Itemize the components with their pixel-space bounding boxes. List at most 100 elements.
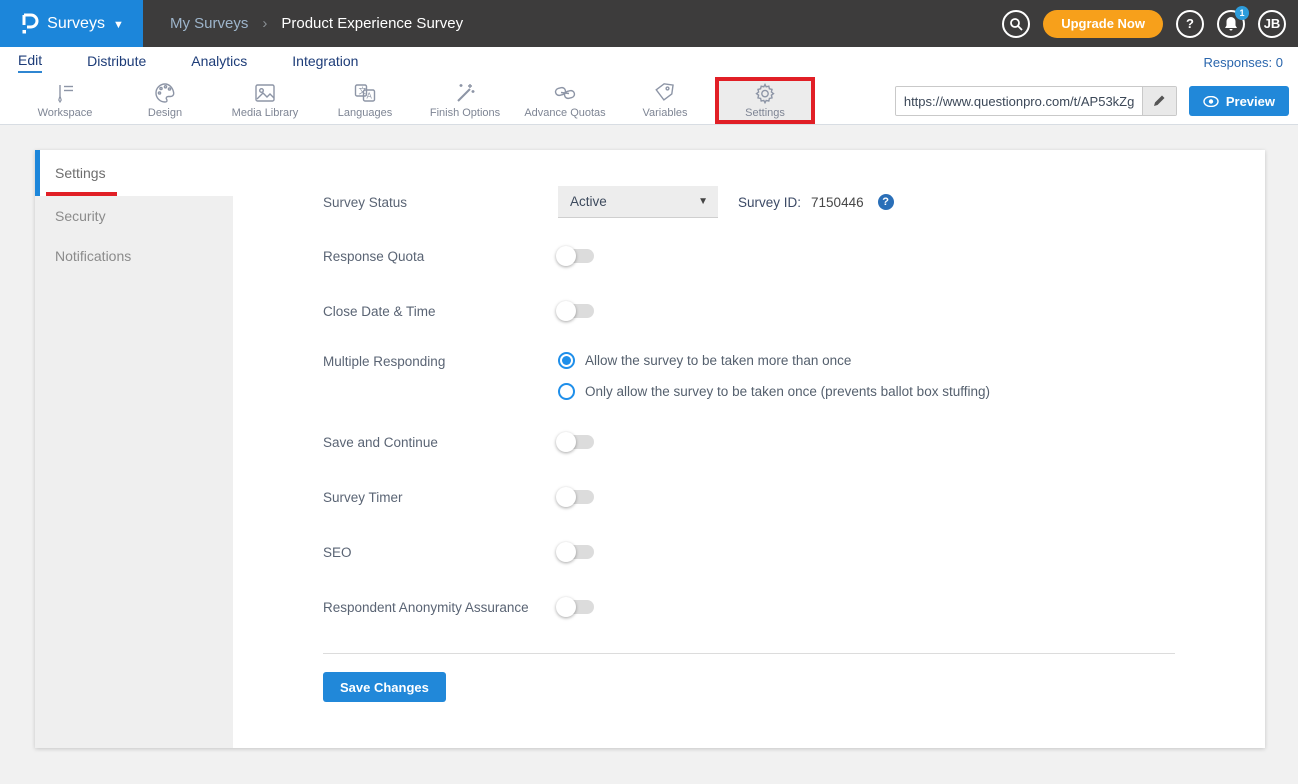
sidebar-item-label: Notifications: [55, 248, 131, 264]
save-changes-button[interactable]: Save Changes: [323, 672, 446, 702]
survey-status-value: Active: [570, 194, 607, 209]
upgrade-now-button[interactable]: Upgrade Now: [1043, 10, 1163, 38]
survey-timer-label: Survey Timer: [323, 490, 558, 505]
toggle-knob: [556, 542, 576, 562]
topbar-actions: Upgrade Now ? 1 JB: [1002, 0, 1298, 47]
toolbar-item-label: Media Library: [232, 107, 299, 119]
response-quota-row: Response Quota: [323, 242, 1210, 270]
survey-id-help-icon[interactable]: ?: [878, 194, 894, 210]
media-library-icon: [253, 82, 277, 104]
sidebar-list: Security Notifications: [35, 196, 233, 748]
toolbar-item-label: Languages: [338, 107, 392, 119]
save-and-continue-row: Save and Continue: [323, 428, 1210, 456]
svg-text:A: A: [367, 92, 373, 101]
page-title: Product Experience Survey: [281, 15, 463, 32]
response-quota-label: Response Quota: [323, 249, 558, 264]
survey-timer-toggle[interactable]: [558, 490, 594, 504]
notifications-button[interactable]: 1: [1217, 10, 1245, 38]
survey-status-label: Survey Status: [323, 195, 558, 210]
search-icon: [1009, 17, 1023, 31]
survey-url-group: [895, 86, 1177, 116]
toolbar-item-variables[interactable]: Variables: [615, 77, 715, 124]
help-button[interactable]: ?: [1176, 10, 1204, 38]
toggle-knob: [556, 487, 576, 507]
breadcrumb: My Surveys › Product Experience Survey: [143, 0, 463, 47]
toolbar-item-advance-quotas[interactable]: Advance Quotas: [515, 77, 615, 124]
nav-tab-distribute[interactable]: Distribute: [87, 53, 146, 72]
radio-option-only-once[interactable]: Only allow the survey to be taken once (…: [558, 383, 990, 400]
toolbar-item-media-library[interactable]: Media Library: [215, 77, 315, 124]
advance-quotas-icon: [553, 82, 577, 104]
survey-id-value: 7150446: [811, 195, 864, 210]
breadcrumb-parent[interactable]: My Surveys: [170, 15, 248, 32]
toolbar-right-actions: Preview: [895, 86, 1289, 116]
close-date-toggle[interactable]: [558, 304, 594, 318]
chevron-down-icon: ▼: [113, 19, 124, 31]
question-mark-icon: ?: [1186, 16, 1194, 31]
multiple-responding-row: Multiple Responding Allow the survey to …: [323, 352, 1210, 400]
toolbar-item-settings[interactable]: Settings: [715, 77, 815, 124]
settings-content: Survey Status Active ▼ Survey ID: 715044…: [233, 150, 1265, 702]
toolbar-item-label: Variables: [642, 107, 687, 119]
breadcrumb-separator-icon: ›: [262, 15, 267, 32]
survey-url-input[interactable]: [896, 87, 1142, 115]
toolbar-item-languages[interactable]: 文 A Languages: [315, 77, 415, 124]
toggle-knob: [556, 432, 576, 452]
toolbar-item-finish-options[interactable]: Finish Options: [415, 77, 515, 124]
survey-id-label: Survey ID:: [738, 195, 801, 210]
top-bar: Surveys ▼ My Surveys › Product Experienc…: [0, 0, 1298, 47]
sidebar-item-notifications[interactable]: Notifications: [35, 236, 233, 276]
response-quota-toggle[interactable]: [558, 249, 594, 263]
toolbar-item-workspace[interactable]: Workspace: [15, 77, 115, 124]
survey-timer-row: Survey Timer: [323, 483, 1210, 511]
sidebar-item-label: Security: [55, 208, 106, 224]
search-button[interactable]: [1002, 10, 1030, 38]
toolbar-item-label: Settings: [745, 107, 785, 119]
sidebar-item-security[interactable]: Security: [35, 196, 233, 236]
nav-tab-edit[interactable]: Edit: [18, 52, 42, 73]
toolbar-item-design[interactable]: Design: [115, 77, 215, 124]
languages-icon: 文 A: [353, 82, 377, 104]
seo-toggle[interactable]: [558, 545, 594, 559]
survey-nav: Edit Distribute Analytics Integration Re…: [0, 47, 1298, 77]
toggle-knob: [556, 301, 576, 321]
workspace-icon: [53, 82, 77, 104]
divider: [323, 653, 1175, 654]
responses-count: Responses: 0: [1204, 55, 1284, 70]
product-switcher[interactable]: Surveys ▼: [0, 0, 143, 47]
toggle-knob: [556, 246, 576, 266]
nav-tab-integration[interactable]: Integration: [292, 53, 358, 72]
edit-url-button[interactable]: [1142, 87, 1176, 115]
main-area: Settings Security Notifications Survey S…: [0, 125, 1298, 748]
preview-button[interactable]: Preview: [1189, 86, 1289, 116]
radio-unselected-icon: [558, 383, 575, 400]
eye-icon: [1203, 96, 1219, 107]
edit-toolbar: Workspace Design Media Library 文 A Langu…: [0, 77, 1298, 125]
survey-status-row: Survey Status Active ▼ Survey ID: 715044…: [323, 186, 1210, 218]
sidebar-item-settings[interactable]: Settings: [35, 150, 233, 196]
save-and-continue-toggle[interactable]: [558, 435, 594, 449]
toolbar-item-label: Advance Quotas: [524, 107, 605, 119]
pencil-icon: [1152, 94, 1166, 108]
anonymity-toggle[interactable]: [558, 600, 594, 614]
survey-status-select[interactable]: Active ▼: [558, 186, 718, 218]
active-red-underline: [46, 192, 117, 196]
anonymity-row: Respondent Anonymity Assurance: [323, 593, 1210, 621]
toolbar-item-label: Finish Options: [430, 107, 500, 119]
toggle-knob: [556, 597, 576, 617]
product-menu-label: Surveys: [47, 15, 105, 33]
close-date-row: Close Date & Time: [323, 297, 1210, 325]
survey-id-group: Survey ID: 7150446: [738, 195, 864, 210]
save-and-continue-label: Save and Continue: [323, 435, 558, 450]
avatar-initials: JB: [1264, 16, 1281, 31]
finish-options-icon: [453, 82, 477, 104]
active-indicator-strip: [35, 150, 40, 196]
seo-row: SEO: [323, 538, 1210, 566]
radio-option-allow-multiple[interactable]: Allow the survey to be taken more than o…: [558, 352, 990, 369]
questionpro-logo-icon: [19, 12, 39, 36]
notification-badge: 1: [1235, 6, 1249, 20]
avatar[interactable]: JB: [1258, 10, 1286, 38]
nav-tab-analytics[interactable]: Analytics: [191, 53, 247, 72]
settings-gear-icon: [753, 82, 777, 104]
svg-text:文: 文: [359, 86, 367, 96]
